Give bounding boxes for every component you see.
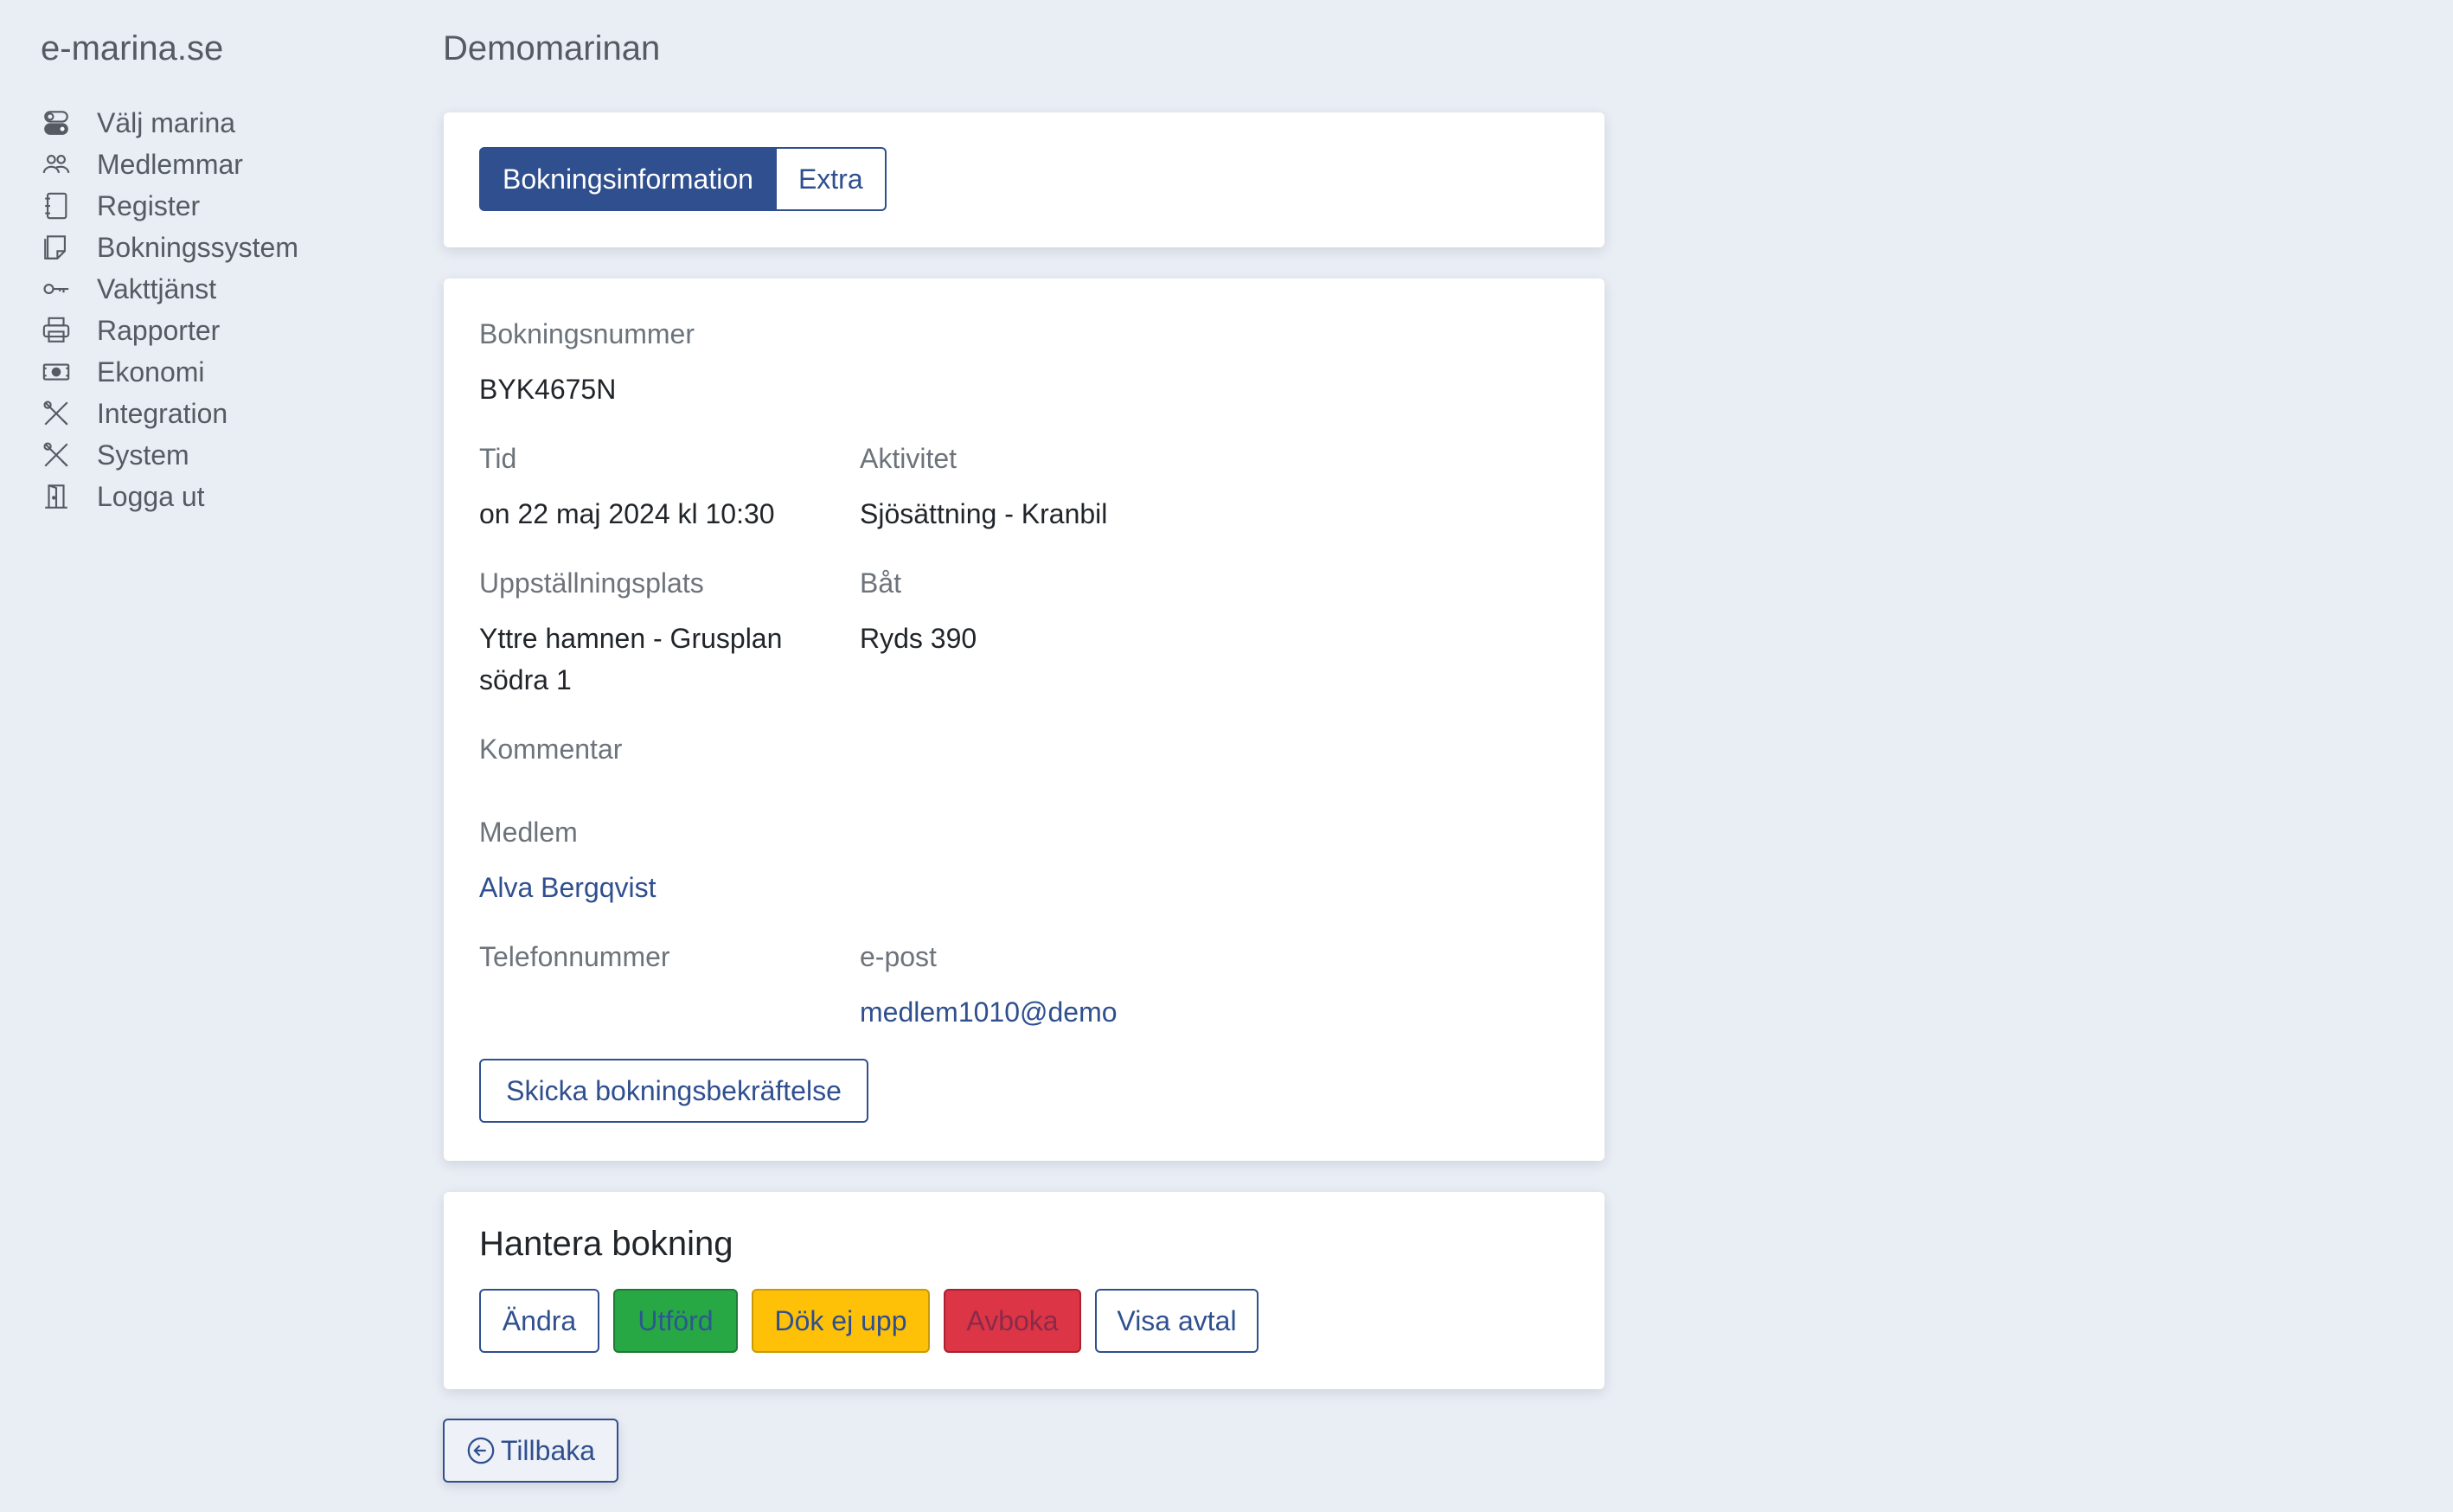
time-value: on 22 maj 2024 kl 10:30 <box>479 498 775 529</box>
location-value-line2: södra 1 <box>479 664 572 695</box>
sidebar-item-logga-ut[interactable]: Logga ut <box>41 476 298 517</box>
sidebar-item-medlemmar[interactable]: Medlemmar <box>41 144 298 185</box>
sidebar-item-label: Välj marina <box>97 106 236 138</box>
sidebar-item-bokningssystem[interactable]: Bokningssystem <box>41 227 298 268</box>
sidebar-item-valj-marina[interactable]: Välj marina <box>41 102 298 144</box>
journal-icon <box>41 190 72 221</box>
sidebar-item-label: Bokningssystem <box>97 231 298 263</box>
tools-icon <box>41 439 72 471</box>
page-title: Demomarinan <box>443 29 661 67</box>
cancel-booking-button[interactable]: Avboka <box>944 1289 1081 1353</box>
toggles-icon <box>41 107 72 138</box>
location-value-line1: Yttre hamnen - Grusplan <box>479 623 783 654</box>
key-icon <box>41 273 72 304</box>
sidebar-item-label: Rapporter <box>97 314 221 346</box>
boat-value: Ryds 390 <box>860 623 977 654</box>
sidebar-item-label: Vakttjänst <box>97 272 217 304</box>
sidebar-item-ekonomi[interactable]: Ekonomi <box>41 351 298 393</box>
tools-icon <box>41 398 72 429</box>
manage-booking-title: Hantera bokning <box>479 1225 733 1263</box>
booking-number-label: Bokningsnummer <box>479 318 695 349</box>
sidebar-item-label: Logga ut <box>97 480 205 512</box>
brand-title: e-marina.se <box>41 29 224 67</box>
tab-bar: Bokningsinformation Extra <box>479 147 887 211</box>
sidebar-item-label: Register <box>97 189 201 221</box>
activity-label: Aktivitet <box>860 443 958 474</box>
cash-icon <box>41 356 72 388</box>
edit-button[interactable]: Ändra <box>479 1289 599 1353</box>
sidebar-item-system[interactable]: System <box>41 434 298 476</box>
arrow-left-circle-icon <box>467 1437 495 1464</box>
sidebar-item-label: Integration <box>97 397 228 429</box>
show-agreement-button[interactable]: Visa avtal <box>1095 1289 1259 1353</box>
sticky-note-icon <box>41 232 72 263</box>
manage-booking-card: Hantera bokning Ändra Utförd Dök ej upp … <box>444 1192 1604 1389</box>
sidebar-nav: Välj marina Medlemmar Register Bokningss… <box>41 102 298 517</box>
member-link[interactable]: Alva Bergqvist <box>479 867 656 908</box>
people-icon <box>41 149 72 180</box>
sidebar-item-integration[interactable]: Integration <box>41 393 298 434</box>
tabs-card: Bokningsinformation Extra <box>444 112 1604 247</box>
sidebar-item-label: Medlemmar <box>97 148 243 180</box>
done-button[interactable]: Utförd <box>613 1289 738 1353</box>
email-link[interactable]: medlem1010@demo <box>860 991 1118 1033</box>
tab-extra[interactable]: Extra <box>776 147 887 211</box>
member-label: Medlem <box>479 817 578 848</box>
email-label: e-post <box>860 941 937 972</box>
booking-details-card: Bokningsnummer BYK4675N Tid on 22 maj 20… <box>444 279 1604 1161</box>
booking-number-value: BYK4675N <box>479 374 617 405</box>
send-confirmation-button[interactable]: Skicka bokningsbekräftelse <box>479 1059 868 1123</box>
sidebar-item-label: Ekonomi <box>97 356 205 388</box>
time-label: Tid <box>479 443 517 474</box>
door-icon <box>41 481 72 512</box>
printer-icon <box>41 315 72 346</box>
location-label: Uppställningsplats <box>479 567 704 599</box>
back-label: Tillbaka <box>500 1434 596 1466</box>
boat-label: Båt <box>860 567 902 599</box>
sidebar-item-rapporter[interactable]: Rapporter <box>41 310 298 351</box>
tab-bokningsinformation[interactable]: Bokningsinformation <box>479 147 777 211</box>
comment-label: Kommentar <box>479 734 623 765</box>
sidebar-item-vakttjanst[interactable]: Vakttjänst <box>41 268 298 310</box>
phone-label: Telefonnummer <box>479 941 670 972</box>
sidebar-item-label: System <box>97 439 189 471</box>
back-button[interactable]: Tillbaka <box>443 1419 618 1483</box>
no-show-button[interactable]: Dök ej upp <box>752 1289 930 1353</box>
activity-value: Sjösättning - Kranbil <box>860 498 1108 529</box>
sidebar-item-register[interactable]: Register <box>41 185 298 227</box>
